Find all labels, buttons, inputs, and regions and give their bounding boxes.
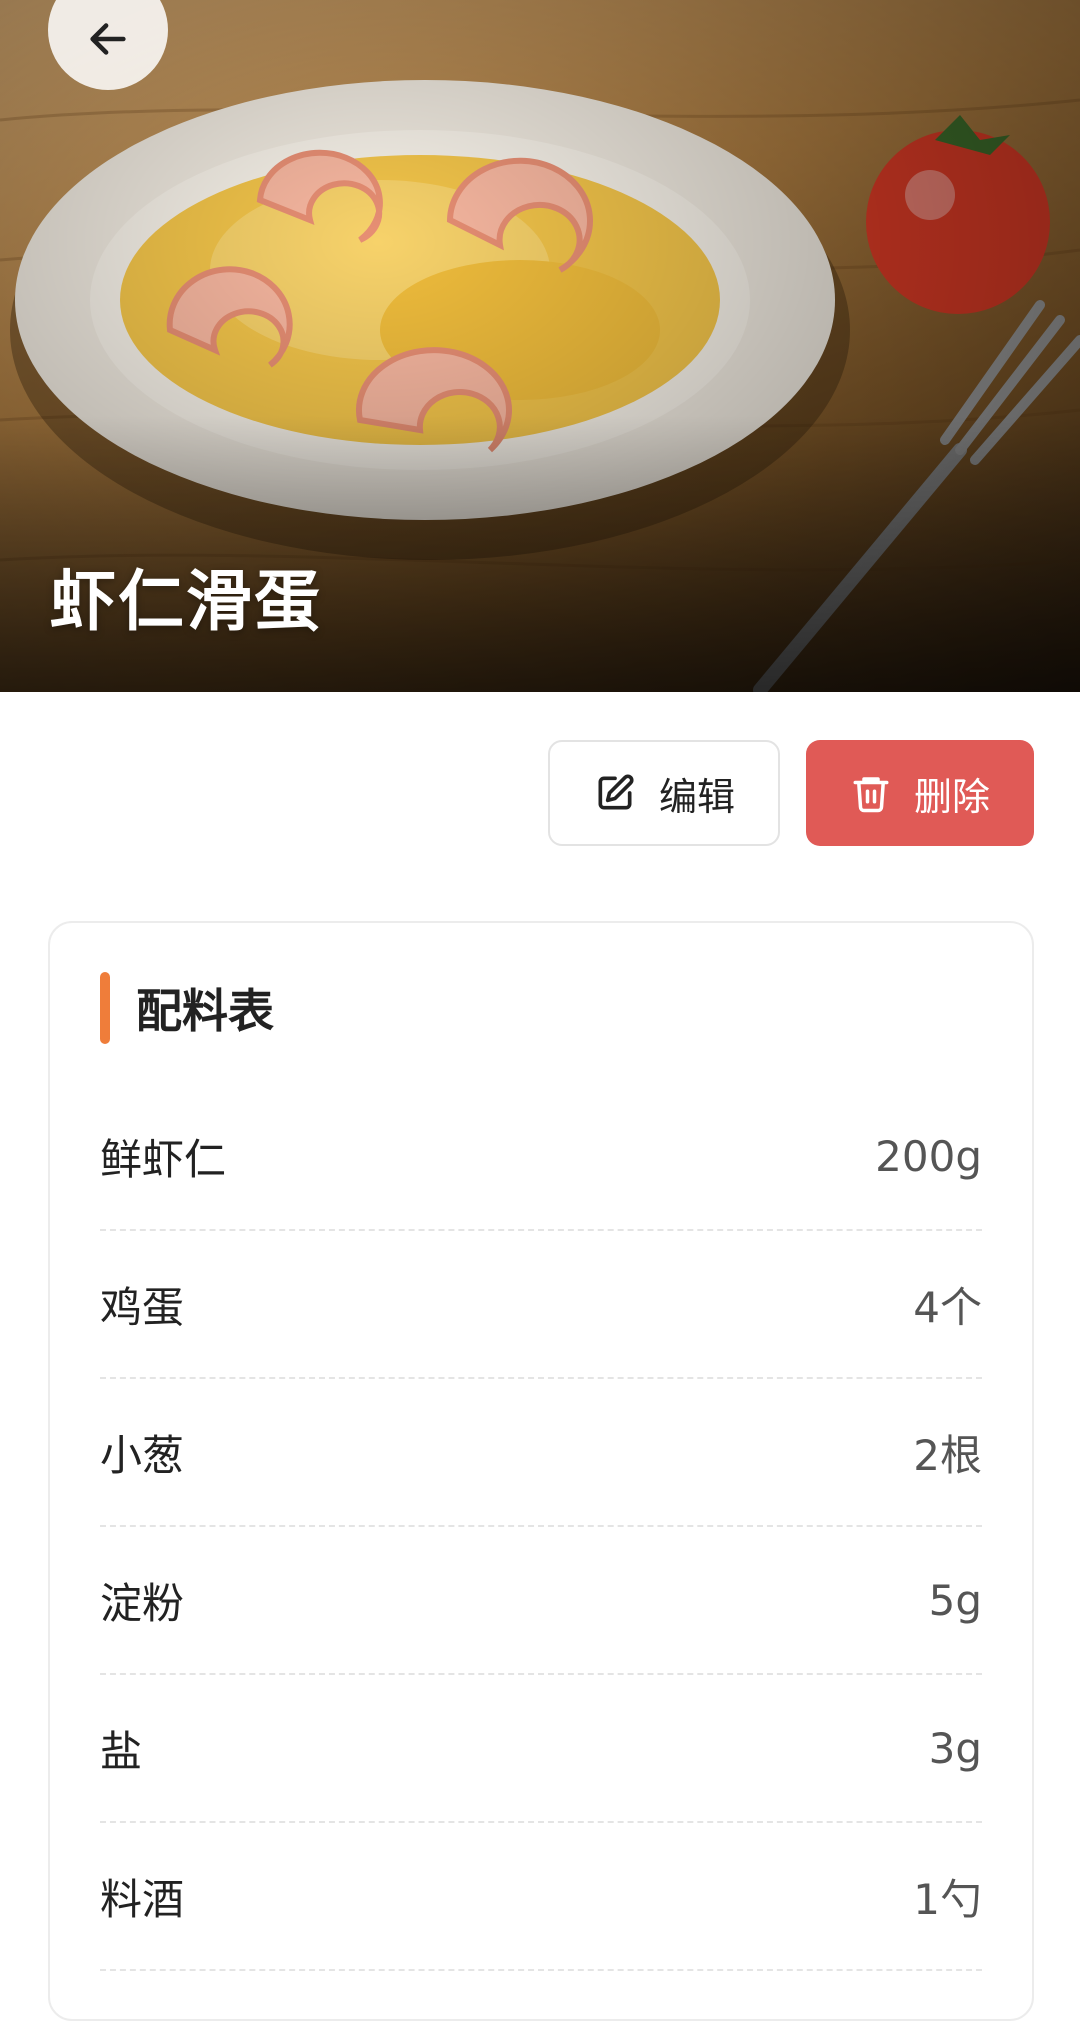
edit-icon [598, 774, 634, 810]
ingredients-header: 配料表 [100, 923, 982, 1083]
ingredient-row: 鸡蛋 4个 [100, 1231, 982, 1379]
edit-button-label: 编辑 [658, 774, 735, 819]
edit-button[interactable]: 编辑 [548, 740, 780, 846]
ingredient-row: 淀粉 5g [100, 1527, 982, 1675]
recipe-title: 虾仁滑蛋 [50, 563, 322, 640]
ingredient-amount: 4个 [913, 1282, 982, 1332]
recipe-hero-image: 虾仁滑蛋 [0, 0, 1080, 692]
delete-button[interactable]: 删除 [806, 740, 1034, 846]
ingredient-name: 盐 [100, 1726, 143, 1776]
delete-button-label: 删除 [913, 774, 990, 819]
ingredient-amount: 1勺 [913, 1874, 982, 1924]
arrow-left-icon [90, 23, 126, 55]
action-bar: 编辑 删除 [548, 740, 1034, 846]
ingredient-name: 料酒 [100, 1874, 185, 1924]
ingredient-name: 鲜虾仁 [100, 1134, 227, 1184]
ingredient-row: 鲜虾仁 200g [100, 1083, 982, 1231]
ingredient-row: 盐 3g [100, 1675, 982, 1823]
trash-icon [853, 777, 889, 813]
ingredient-amount: 200g [875, 1131, 982, 1181]
ingredients-card: 配料表 鲜虾仁 200g 鸡蛋 4个 小葱 2根 淀粉 5g 盐 3g 料酒 1… [48, 921, 1034, 2021]
ingredient-name: 小葱 [100, 1430, 185, 1480]
ingredient-name: 淀粉 [100, 1578, 185, 1628]
ingredients-title: 配料表 [136, 984, 274, 1038]
ingredient-row: 料酒 1勺 [100, 1823, 982, 1971]
ingredient-amount: 2根 [913, 1430, 982, 1480]
ingredient-name: 鸡蛋 [100, 1282, 185, 1332]
ingredient-amount: 3g [928, 1723, 982, 1773]
ingredient-amount: 5g [928, 1575, 982, 1625]
ingredient-row: 小葱 2根 [100, 1379, 982, 1527]
accent-bar [100, 972, 110, 1044]
